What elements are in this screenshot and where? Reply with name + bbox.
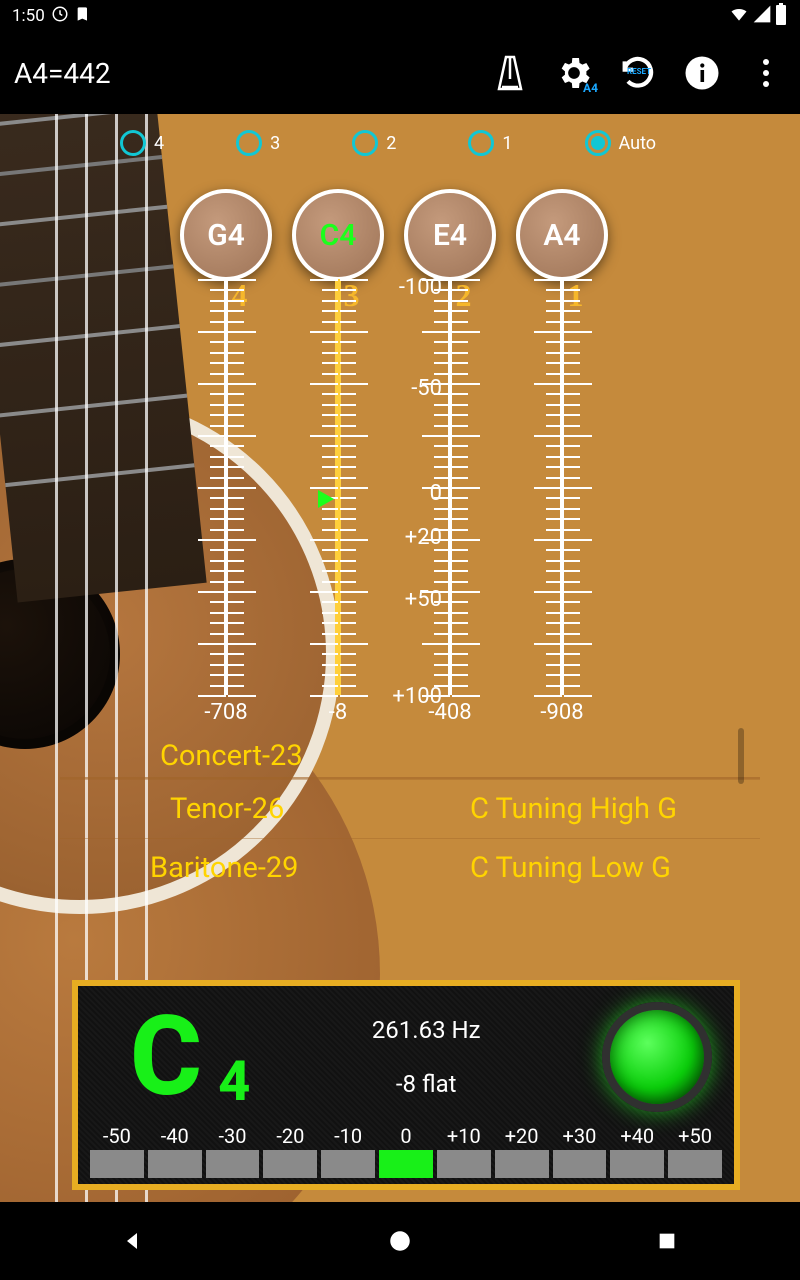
cents-bar--40: -40	[148, 1124, 202, 1178]
metronome-icon[interactable]	[490, 53, 530, 93]
cents-bar-scale: -50-40-30-20-100+10+20+30+40+50	[90, 1124, 722, 1178]
tuning-low-g[interactable]: C Tuning Low G	[410, 838, 760, 897]
uke-type-block: Concert-23 Tenor-26 C Tuning High G Bari…	[60, 739, 760, 897]
wifi-icon	[728, 4, 750, 29]
signal-icon	[752, 4, 772, 29]
cents-bar-+50: +50	[668, 1124, 722, 1178]
scale-string-4: 4 -708	[180, 279, 272, 719]
select-string-4[interactable]: 4	[120, 130, 164, 156]
toolbar-title: A4=442	[14, 57, 490, 90]
pitch-marker-icon	[318, 490, 334, 508]
tuner-stage: 4 3 2 1 Auto G4 C4 E4 A4 4 -708 3 -8 2 -…	[0, 114, 800, 1202]
detected-frequency: 261.63 Hz	[372, 1016, 481, 1044]
knob-string-1[interactable]: A4	[516, 189, 608, 281]
cents-bar-+40: +40	[610, 1124, 664, 1178]
cents-bar--20: -20	[263, 1124, 317, 1178]
tuning-display: C 4 261.63 Hz -8 flat -50-40-30-20-100+1…	[72, 980, 740, 1190]
scroll-indicator	[738, 728, 744, 784]
cents-status: -8 flat	[396, 1070, 457, 1098]
status-time: 1:50	[12, 6, 45, 26]
status-icon-1	[51, 5, 69, 28]
cents-bar-+20: +20	[495, 1124, 549, 1178]
info-icon[interactable]	[682, 53, 722, 93]
scale-string-1: 1 -908	[516, 279, 608, 719]
knob-string-3[interactable]: C4	[292, 189, 384, 281]
string-selector-row: 4 3 2 1 Auto	[0, 130, 800, 156]
tuning-high-g[interactable]: C Tuning High G	[410, 779, 760, 838]
knob-string-4[interactable]: G4	[180, 189, 272, 281]
nav-recent-button[interactable]	[652, 1226, 682, 1256]
cents-scales: 4 -708 3 -8 2 -100 -50 0 +20 +50 +100 -4…	[180, 279, 608, 719]
tuning-led-icon	[602, 1002, 712, 1112]
nav-home-button[interactable]	[385, 1226, 415, 1256]
cents-bar--50: -50	[90, 1124, 144, 1178]
status-icon-2	[75, 6, 91, 27]
select-string-2[interactable]: 2	[352, 130, 396, 156]
scale-string-3: 3 -8	[292, 279, 384, 719]
uke-size-baritone[interactable]: Baritone-29	[60, 838, 410, 897]
note-knob-row: G4 C4 E4 A4	[180, 189, 608, 281]
cents-bar-0: 0	[379, 1124, 433, 1178]
cents-bar-+10: +10	[437, 1124, 491, 1178]
uke-size-concert[interactable]: Concert-23	[60, 739, 760, 779]
cents-bar--10: -10	[321, 1124, 375, 1178]
overflow-menu-icon[interactable]	[746, 53, 786, 93]
uke-size-tenor[interactable]: Tenor-26	[60, 779, 410, 838]
cents-bar--30: -30	[206, 1124, 260, 1178]
system-nav-bar	[0, 1202, 800, 1280]
settings-a4-icon[interactable]: A4	[554, 53, 594, 93]
select-string-3[interactable]: 3	[236, 130, 280, 156]
nav-back-button[interactable]	[118, 1226, 148, 1256]
detected-octave: 4	[218, 1048, 250, 1114]
app-toolbar: A4=442 A4 RESET	[0, 32, 800, 114]
select-string-1[interactable]: 1	[468, 130, 512, 156]
battery-icon	[774, 3, 788, 30]
detected-note: C	[130, 1002, 202, 1112]
cents-bar-+30: +30	[553, 1124, 607, 1178]
status-bar: 1:50	[0, 0, 800, 32]
select-auto[interactable]: Auto	[585, 130, 657, 156]
scale-string-2: 2 -100 -50 0 +20 +50 +100 -408	[404, 279, 496, 719]
reset-icon[interactable]: RESET	[618, 53, 658, 93]
knob-string-2[interactable]: E4	[404, 189, 496, 281]
